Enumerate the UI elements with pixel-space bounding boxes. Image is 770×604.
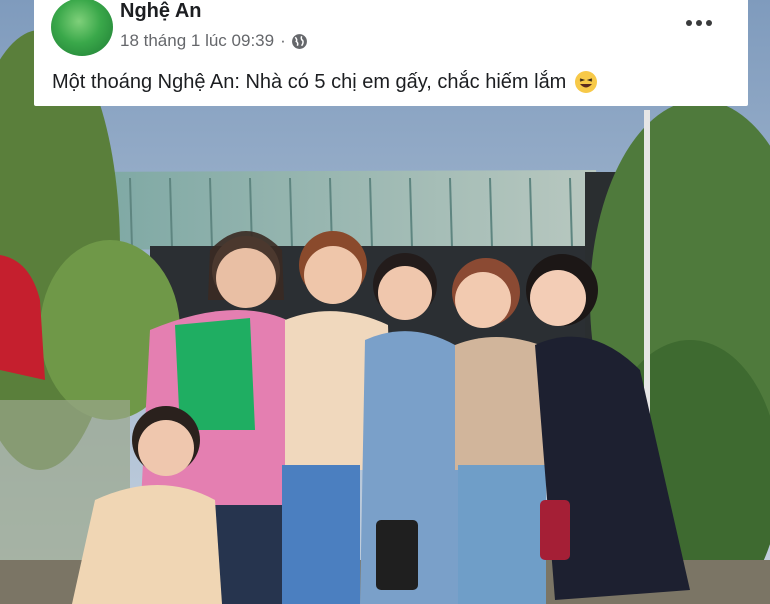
post-timestamp[interactable]: 18 tháng 1 lúc 09:39 xyxy=(120,31,274,51)
laughing-emoji-icon xyxy=(575,71,598,93)
post-text: Một thoáng Nghệ An: Nhà có 5 chị em gấy,… xyxy=(52,70,598,94)
more-options-icon[interactable] xyxy=(686,16,712,30)
page-name-link[interactable]: Nghệ An xyxy=(120,0,201,23)
post-meta: 18 tháng 1 lúc 09:39 · xyxy=(120,31,308,51)
meta-separator: · xyxy=(280,31,286,50)
page-avatar[interactable] xyxy=(51,0,113,56)
post-message: Một thoáng Nghệ An: Nhà có 5 chị em gấy,… xyxy=(52,70,567,93)
post-header: Nghệ An 18 tháng 1 lúc 09:39 · Một thoán… xyxy=(34,0,748,106)
globe-icon[interactable] xyxy=(291,33,308,50)
